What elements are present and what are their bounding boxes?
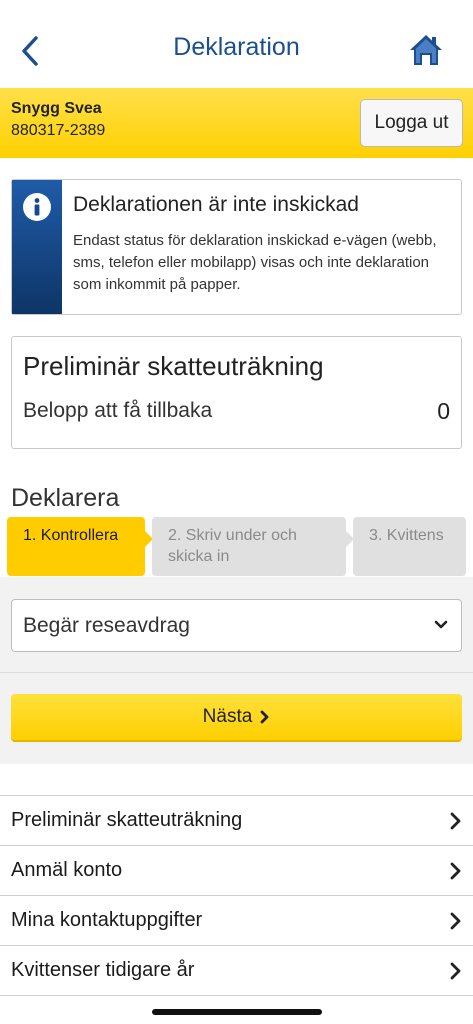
chevron-right-icon	[450, 812, 461, 830]
info-box: Deklarationen är inte inskickad Endast s…	[11, 179, 462, 315]
chevron-right-icon	[260, 710, 269, 724]
info-text: Endast status för deklaration inskickad …	[73, 232, 437, 293]
chevron-right-icon	[450, 912, 461, 930]
link-label: Mina kontaktuppgifter	[11, 909, 203, 931]
link-previous-receipts[interactable]: Kvittenser tidigare år	[0, 946, 473, 996]
home-icon	[410, 35, 442, 65]
step-receipt[interactable]: 3. Kvittens	[353, 517, 466, 576]
step-sign[interactable]: 2. Skriv under och skicka in	[152, 517, 354, 576]
deduction-select[interactable]: Begär reseavdrag	[11, 599, 462, 652]
chevron-right-icon	[450, 862, 461, 880]
chevron-down-icon	[434, 620, 448, 629]
step-label: 2. Skriv under och skicka in	[168, 527, 297, 565]
declare-heading: Deklarera	[11, 484, 120, 512]
info-side-panel	[12, 180, 62, 314]
step-label: 1. Kontrollera	[23, 527, 119, 544]
logout-button[interactable]: Logga ut	[360, 99, 463, 147]
preliminary-title: Preliminär skatteuträkning	[23, 351, 324, 381]
page-title: Deklaration	[173, 33, 300, 61]
divider	[0, 672, 473, 673]
select-value: Begär reseavdrag	[23, 614, 190, 637]
step-label: 3. Kvittens	[369, 527, 444, 544]
chevron-right-icon	[450, 962, 461, 980]
info-icon	[23, 193, 51, 221]
link-label: Preliminär skatteuträkning	[11, 809, 243, 831]
home-indicator[interactable]	[152, 1009, 322, 1015]
personal-number: 880317-2389	[11, 122, 106, 139]
user-name: Snygg Svea	[11, 100, 102, 117]
preliminary-card: Preliminär skatteuträkning Belopp att få…	[11, 336, 462, 449]
link-contact-info[interactable]: Mina kontaktuppgifter	[0, 896, 473, 946]
next-button[interactable]: Nästa	[11, 694, 462, 742]
top-bar: Deklaration	[0, 0, 473, 88]
link-preliminary[interactable]: Preliminär skatteuträkning	[0, 796, 473, 846]
refund-label: Belopp att få tillbaka	[23, 399, 213, 422]
next-label: Nästa	[202, 706, 253, 727]
refund-value: 0	[437, 398, 450, 424]
links-list: Preliminär skatteuträkning Anmäl konto M…	[0, 795, 473, 996]
step-check[interactable]: 1. Kontrollera	[7, 517, 153, 576]
link-register-account[interactable]: Anmäl konto	[0, 846, 473, 896]
link-label: Anmäl konto	[11, 859, 123, 881]
info-title: Deklarationen är inte inskickad	[73, 193, 359, 216]
link-label: Kvittenser tidigare år	[11, 959, 195, 981]
home-button[interactable]	[408, 32, 444, 68]
